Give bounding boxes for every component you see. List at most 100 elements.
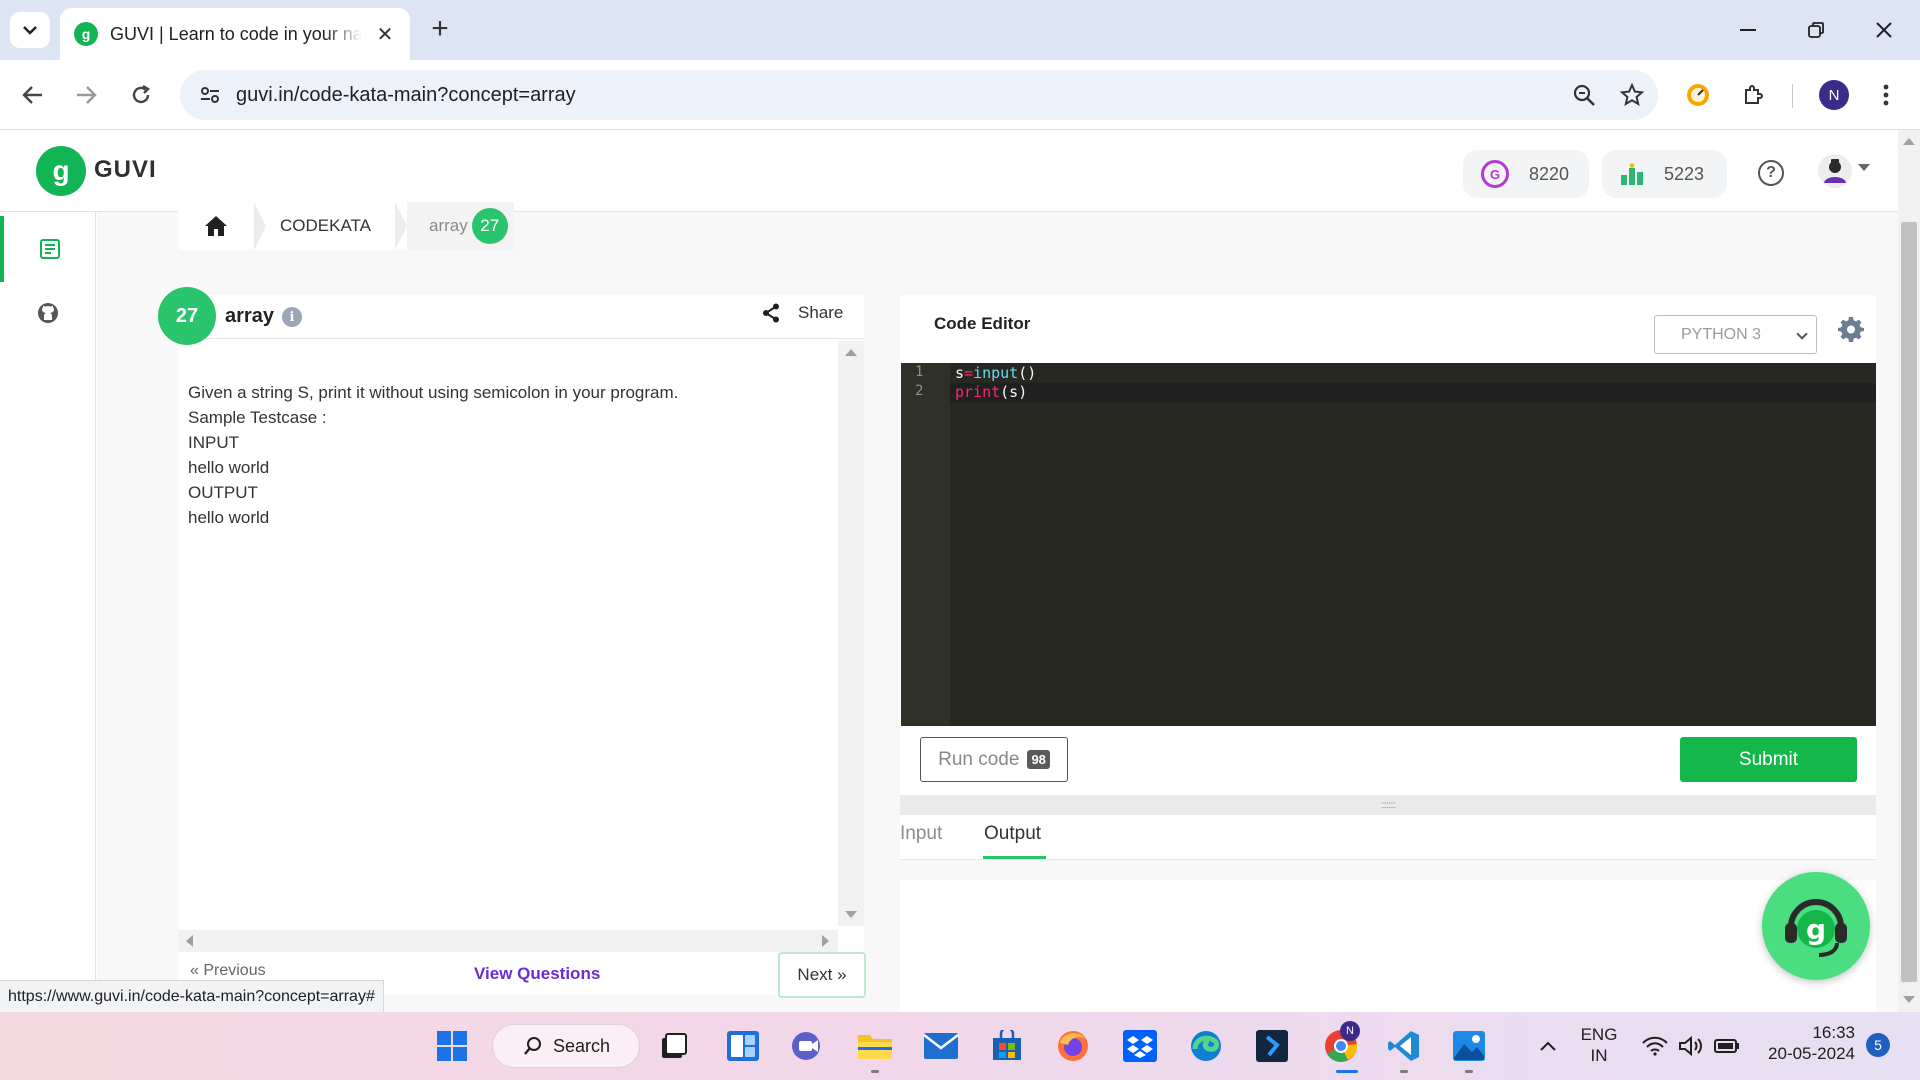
share-icon [763,303,779,323]
view-questions-link[interactable]: View Questions [474,964,600,984]
vscode-icon [1388,1031,1419,1061]
scroll-left-icon[interactable] [186,935,193,947]
restore-button[interactable] [1792,10,1840,50]
run-code-button[interactable]: Run code 98 [920,737,1068,782]
headset-support-icon: g [1785,899,1847,957]
mail-button[interactable] [922,1027,960,1065]
next-button[interactable]: Next » [778,952,866,998]
page-scroll-up-icon[interactable] [1903,138,1915,145]
code-editor[interactable]: 1 2 s=input() print(s) [901,363,1876,726]
list-document-icon [40,239,60,259]
new-tab-button[interactable]: + [424,14,456,46]
problem-number-badge: 27 [158,287,216,345]
problem-line: INPUT [188,433,239,452]
volume-icon [1679,1035,1702,1057]
photos-button[interactable] [1450,1027,1488,1065]
vscode-button[interactable] [1385,1027,1423,1065]
firefox-button[interactable] [1054,1027,1092,1065]
code-token: input [973,364,1019,382]
editor-settings-button[interactable] [1838,316,1864,342]
photos-icon [1453,1031,1485,1061]
input-language-indicator[interactable]: ENG IN [1577,1024,1621,1066]
scroll-right-icon[interactable] [822,935,829,947]
scroll-up-icon[interactable] [845,349,857,356]
back-button[interactable] [13,75,53,115]
toolbar-divider [1792,84,1793,108]
site-header: g GUVI G 8220 5223 ? [0,130,1898,212]
problem-vertical-scrollbar[interactable] [838,341,864,926]
running-indicator [1465,1070,1473,1073]
panel-resize-handle[interactable]: :::::::: [900,795,1876,815]
home-icon [205,216,227,236]
extensions-puzzle-icon[interactable] [1734,75,1774,115]
browser-menu-button[interactable] [1866,75,1906,115]
zoom-icon[interactable] [1564,75,1604,115]
edge-button[interactable] [1187,1027,1225,1065]
editor-title: Code Editor [934,314,1031,333]
info-icon[interactable]: i [282,307,302,327]
guvi-logo-text[interactable]: GUVI [94,156,157,184]
clock[interactable]: 16:33 20-05-2024 [1757,1022,1855,1064]
submit-button[interactable]: Submit [1680,737,1857,782]
breadcrumb-count-badge: 27 [471,208,508,244]
language-select[interactable]: PYTHON 3 [1654,315,1817,354]
breadcrumb-home[interactable] [178,202,254,250]
tab-output[interactable]: Output [984,823,1041,845]
sidebar-item-github[interactable] [0,280,96,346]
taskbar-search[interactable]: Search [492,1024,640,1068]
arrow-left-icon [22,86,42,104]
scroll-down-icon[interactable] [845,911,857,918]
active-line-highlight [950,383,1876,402]
close-tab-icon[interactable]: ✕ [374,22,396,47]
microsoft-store-button[interactable] [988,1027,1026,1065]
widgets-button[interactable] [724,1027,762,1065]
rank-pill[interactable]: 5223 [1602,150,1727,198]
browser-toolbar: guvi.in/code-kata-main?concept=array N [0,60,1920,130]
support-chat-button[interactable]: g [1762,872,1870,980]
share-button[interactable]: Share [762,303,843,323]
tab-input[interactable]: Input [900,823,942,845]
system-tray-status[interactable] [1636,1027,1746,1065]
folder-icon [858,1035,892,1059]
task-view-button[interactable] [655,1027,693,1065]
geek-points-pill[interactable]: G 8220 [1463,150,1589,198]
profile-button[interactable]: N [1814,75,1854,115]
battery-icon [1714,1039,1739,1053]
powershell-button[interactable] [1253,1027,1291,1065]
problem-line: Sample Testcase : [188,408,327,427]
teams-meet-button[interactable] [789,1027,827,1065]
github-icon [38,303,58,323]
close-window-button[interactable] [1860,10,1908,50]
show-hidden-icons-button[interactable] [1529,1027,1567,1065]
notification-count-badge[interactable]: 5 [1866,1033,1890,1057]
user-menu-caret-icon[interactable] [1858,164,1870,171]
help-icon[interactable]: ? [1758,160,1784,186]
url-text: guvi.in/code-kata-main?concept=array [236,83,576,106]
tab-search-button[interactable] [10,12,50,48]
reload-button[interactable] [121,75,161,115]
previous-button[interactable]: « Previous [190,962,266,980]
reload-icon [132,84,150,104]
extension-speed-icon[interactable] [1678,75,1718,115]
bookmark-star-icon[interactable] [1612,75,1652,115]
guvi-logo-icon[interactable]: g [36,146,86,196]
code-line-2: print(s) [955,383,1027,401]
start-button[interactable] [433,1027,471,1065]
file-explorer-button[interactable] [856,1027,894,1065]
code-token: s [955,364,965,382]
page-scroll-down-icon[interactable] [1903,996,1915,1003]
forward-button[interactable] [66,75,106,115]
minimize-button[interactable] [1724,10,1772,50]
browser-tab-active[interactable]: g GUVI | Learn to code in your native la… [60,8,410,60]
site-settings-icon[interactable] [190,75,230,115]
breadcrumb-codekata[interactable]: CODEKATA [266,202,395,250]
address-bar[interactable]: guvi.in/code-kata-main?concept=array [180,70,1658,120]
page-scrollbar-thumb[interactable] [1901,222,1917,982]
problem-horizontal-scrollbar[interactable] [178,930,838,952]
user-avatar[interactable] [1818,154,1852,188]
running-indicator [1400,1070,1408,1073]
rank-value: 5223 [1664,163,1705,184]
dropbox-button[interactable] [1121,1027,1159,1065]
sidebar-item-problems[interactable] [0,216,96,282]
code-token: = [964,364,974,382]
